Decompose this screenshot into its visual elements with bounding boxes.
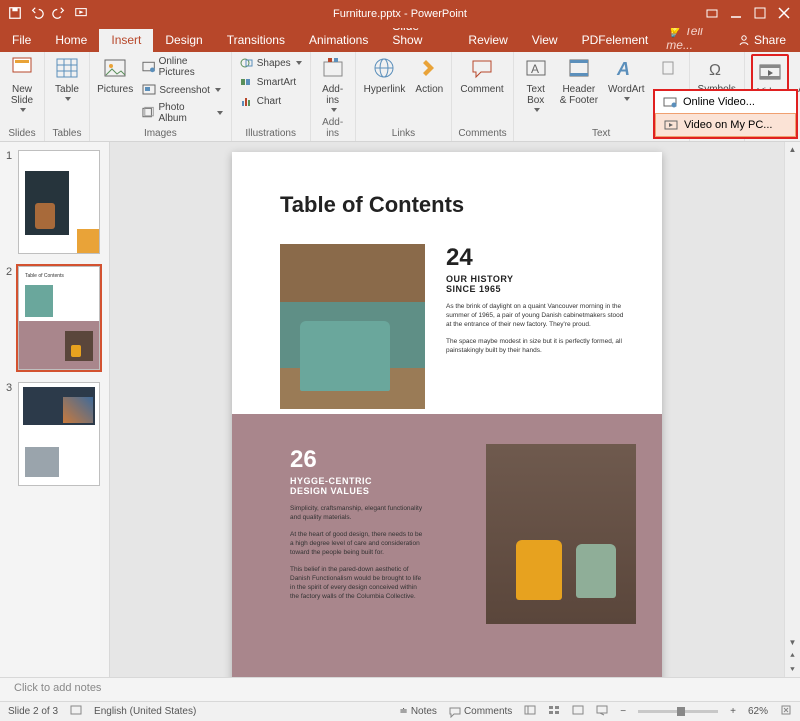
screenshot-button[interactable]: Screenshot bbox=[140, 81, 224, 99]
tab-design[interactable]: Design bbox=[153, 29, 214, 52]
status-bar: Slide 2 of 3 English (United States) ≐ N… bbox=[0, 701, 800, 721]
thumb-3-wrap[interactable]: 3 bbox=[6, 382, 103, 486]
zoom-slider[interactable] bbox=[638, 710, 718, 713]
photo-album-button[interactable]: Photo Album bbox=[140, 100, 224, 126]
slide-canvas[interactable]: Table of Contents 24 OUR HISTORY SINCE 1… bbox=[110, 142, 784, 677]
sorter-view-icon[interactable] bbox=[548, 704, 560, 719]
tab-transitions[interactable]: Transitions bbox=[215, 29, 297, 52]
svg-text:A: A bbox=[531, 62, 539, 76]
thumb-1-wrap[interactable]: 1 bbox=[6, 150, 103, 254]
section-26[interactable]: 26 HYGGE-CENTRIC DESIGN VALUES Simplicit… bbox=[290, 446, 425, 601]
share-button[interactable]: Share bbox=[724, 29, 800, 52]
action-button[interactable]: Action bbox=[413, 54, 445, 97]
chairs-image[interactable] bbox=[486, 444, 636, 624]
mauve-section: 26 HYGGE-CENTRIC DESIGN VALUES Simplicit… bbox=[232, 414, 662, 677]
menu-online-video[interactable]: Online Video... bbox=[655, 91, 796, 113]
title-bar: Furniture.pptx - PowerPoint bbox=[0, 0, 800, 28]
svg-text:Ω: Ω bbox=[709, 62, 721, 79]
shapes-button[interactable]: Shapes bbox=[238, 54, 304, 72]
header-footer-button[interactable]: Header & Footer bbox=[558, 54, 600, 108]
scroll-up-icon[interactable]: ▲ bbox=[785, 142, 800, 156]
next-slide-icon[interactable]: ⯆ bbox=[785, 663, 800, 677]
slide-position[interactable]: Slide 2 of 3 bbox=[8, 706, 58, 717]
maximize-icon[interactable] bbox=[754, 7, 766, 22]
tab-file[interactable]: File bbox=[0, 29, 43, 52]
slideshow-view-icon[interactable] bbox=[596, 704, 608, 719]
pictures-button[interactable]: Pictures bbox=[96, 54, 134, 97]
menu-video-on-my-pc[interactable]: Video on My PC... bbox=[655, 113, 796, 137]
minimize-icon[interactable] bbox=[730, 7, 742, 22]
thumb-3[interactable] bbox=[18, 382, 100, 486]
text-box-button[interactable]: A Text Box bbox=[520, 54, 552, 114]
video-dropdown-menu: Online Video... Video on My PC... bbox=[653, 89, 798, 139]
svg-text:A: A bbox=[616, 59, 630, 79]
tab-home[interactable]: Home bbox=[43, 29, 99, 52]
ribbon-display-icon[interactable] bbox=[706, 7, 718, 22]
thumb-2-wrap[interactable]: 2 Table of Contents bbox=[6, 266, 103, 370]
start-slideshow-icon[interactable] bbox=[74, 6, 88, 23]
zoom-in-icon[interactable]: + bbox=[730, 706, 736, 717]
redo-icon[interactable] bbox=[52, 6, 66, 23]
online-pictures-button[interactable]: Online Pictures bbox=[140, 54, 224, 80]
slide-2[interactable]: Table of Contents 24 OUR HISTORY SINCE 1… bbox=[232, 152, 662, 677]
language-status[interactable]: English (United States) bbox=[94, 706, 196, 717]
notes-placeholder: Click to add notes bbox=[14, 682, 101, 694]
window-controls bbox=[696, 7, 800, 22]
group-comments: Comment Comments bbox=[452, 52, 513, 141]
spell-check-icon[interactable] bbox=[70, 704, 82, 719]
undo-icon[interactable] bbox=[30, 6, 44, 23]
notes-toggle[interactable]: ≐ Notes bbox=[399, 706, 437, 717]
section-24[interactable]: 24 OUR HISTORY SINCE 1965 As the brink o… bbox=[446, 244, 626, 355]
addins-button[interactable]: Add- ins bbox=[317, 54, 349, 114]
document-title: Furniture.pptx - PowerPoint bbox=[333, 8, 467, 20]
group-images: Pictures Online Pictures Screenshot Phot… bbox=[90, 52, 232, 141]
slide-thumbnails-panel: 1 2 Table of Contents 3 bbox=[0, 142, 110, 677]
slide-title[interactable]: Table of Contents bbox=[280, 192, 464, 218]
sofa-image[interactable] bbox=[280, 244, 425, 409]
tab-view[interactable]: View bbox=[520, 29, 570, 52]
table-button[interactable]: Table bbox=[51, 54, 83, 103]
chart-button[interactable]: Chart bbox=[238, 92, 304, 110]
tab-animations[interactable]: Animations bbox=[297, 29, 380, 52]
tab-review[interactable]: Review bbox=[456, 29, 519, 52]
tell-me[interactable]: 💡 Tell me... bbox=[666, 24, 724, 52]
thumb-1[interactable] bbox=[18, 150, 100, 254]
reading-view-icon[interactable] bbox=[572, 704, 584, 719]
comment-button[interactable]: Comment bbox=[458, 54, 505, 97]
tab-pdfelement[interactable]: PDFelement bbox=[570, 29, 661, 52]
group-illustrations: Shapes SmartArt Chart Illustrations bbox=[232, 52, 311, 141]
hyperlink-button[interactable]: Hyperlink bbox=[362, 54, 408, 97]
text-more-button[interactable] bbox=[653, 54, 683, 84]
group-tables: Table Tables bbox=[45, 52, 90, 141]
wordart-button[interactable]: A WordArt bbox=[606, 54, 647, 103]
group-addins: Add- ins Add-ins bbox=[311, 52, 356, 141]
group-links: Hyperlink Action Links bbox=[356, 52, 453, 141]
smartart-button[interactable]: SmartArt bbox=[238, 73, 304, 91]
zoom-level[interactable]: 62% bbox=[748, 706, 768, 717]
prev-slide-icon[interactable]: ⯅ bbox=[785, 649, 800, 663]
new-slide-button[interactable]: New Slide bbox=[6, 54, 38, 114]
group-slides: New Slide Slides bbox=[0, 52, 45, 141]
menu-tabs: File Home Insert Design Transitions Anim… bbox=[0, 28, 800, 52]
zoom-out-icon[interactable]: − bbox=[620, 706, 626, 717]
save-icon[interactable] bbox=[8, 6, 22, 23]
fit-to-window-icon[interactable] bbox=[780, 704, 792, 719]
vertical-scrollbar[interactable]: ▲ ▼ ⯅ ⯆ bbox=[784, 142, 800, 677]
scroll-down-icon[interactable]: ▼ bbox=[785, 635, 800, 649]
comments-toggle[interactable]: Comments bbox=[449, 706, 512, 718]
tab-insert[interactable]: Insert bbox=[99, 29, 153, 52]
normal-view-icon[interactable] bbox=[524, 704, 536, 719]
thumb-2[interactable]: Table of Contents bbox=[18, 266, 100, 370]
quick-access-toolbar bbox=[0, 6, 96, 23]
notes-pane[interactable]: Click to add notes bbox=[0, 677, 800, 701]
work-area: 1 2 Table of Contents 3 Table of Content… bbox=[0, 142, 800, 677]
close-icon[interactable] bbox=[778, 7, 790, 22]
